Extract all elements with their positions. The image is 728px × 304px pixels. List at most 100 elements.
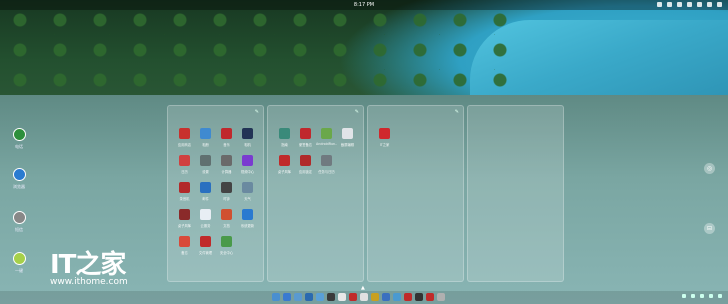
app-tile[interactable]: AndroidRun... bbox=[316, 128, 337, 155]
taskbar-app-icon[interactable] bbox=[404, 293, 412, 301]
app-tile[interactable]: 桌子风筝 bbox=[274, 155, 295, 182]
app-tile[interactable]: 时钟 bbox=[216, 182, 237, 209]
tray-icon[interactable] bbox=[677, 2, 682, 7]
files-icon bbox=[200, 236, 211, 247]
docs-icon bbox=[221, 209, 232, 220]
taskbar-app-icon[interactable] bbox=[382, 293, 390, 301]
taskbar-app-icon[interactable] bbox=[349, 293, 357, 301]
tray-icon[interactable] bbox=[697, 2, 702, 7]
settings-icon bbox=[200, 155, 211, 166]
app-label: 桌子风筝 bbox=[177, 224, 192, 228]
app-label: 设置 bbox=[202, 170, 209, 174]
message-icon bbox=[12, 211, 26, 224]
app-tile[interactable]: 任务与日历 bbox=[316, 155, 337, 182]
app-tile[interactable]: 文件管理 bbox=[195, 236, 216, 263]
edit-icon[interactable]: ✎ bbox=[455, 109, 459, 115]
tray-icon[interactable] bbox=[717, 2, 722, 7]
taskbar-app-icon[interactable] bbox=[338, 293, 346, 301]
edit-icon[interactable]: ✎ bbox=[255, 109, 259, 115]
taskbar-app-icon[interactable] bbox=[283, 293, 291, 301]
app-tile[interactable]: 视频中心 bbox=[237, 155, 258, 182]
tray-icon[interactable] bbox=[707, 2, 712, 7]
app-label: 云服务 bbox=[200, 224, 211, 228]
tray-icon[interactable] bbox=[709, 294, 713, 298]
tray-icon[interactable] bbox=[682, 294, 686, 298]
app-tile[interactable]: 录音机 bbox=[174, 182, 195, 209]
taskbar-app-icon[interactable] bbox=[316, 293, 324, 301]
taskbar-app-icon[interactable] bbox=[360, 293, 368, 301]
app-label: 任务与日历 bbox=[318, 170, 335, 174]
onekey-icon bbox=[12, 252, 26, 265]
app-tile[interactable]: 备忘 bbox=[174, 236, 195, 263]
dock-app-label: 短信 bbox=[15, 227, 23, 232]
app-tile[interactable]: 文档 bbox=[216, 209, 237, 236]
app-label: 备忘 bbox=[181, 251, 188, 255]
calendar-icon bbox=[179, 155, 190, 166]
edit-icon[interactable]: ✎ bbox=[355, 109, 359, 115]
app-tile[interactable]: 日历 bbox=[174, 155, 195, 182]
watermark-logo: IT之家 bbox=[50, 250, 126, 280]
minimize-icon[interactable]: ⊟ bbox=[704, 223, 715, 234]
launcher-page-4[interactable] bbox=[467, 105, 564, 282]
app-label: 音乐 bbox=[223, 143, 230, 147]
dock-app-label: 一键 bbox=[15, 268, 23, 273]
tray-icon[interactable] bbox=[667, 2, 672, 7]
taskbar-tray[interactable] bbox=[682, 294, 722, 298]
taskbar-app-icon[interactable] bbox=[327, 293, 335, 301]
dock-app-label: 浏览器 bbox=[13, 184, 25, 189]
app-tile[interactable]: 云服务 bbox=[195, 209, 216, 236]
app-tile[interactable]: 指南 bbox=[274, 128, 295, 155]
app-tile[interactable]: 相机 bbox=[237, 128, 258, 155]
dock-app-phone[interactable]: 电话 bbox=[10, 128, 28, 150]
app-tile[interactable]: 计算器 bbox=[216, 155, 237, 182]
taskbar-app-icon[interactable] bbox=[294, 293, 302, 301]
app-label: 日历 bbox=[181, 170, 188, 174]
app-tile[interactable]: IT之家 bbox=[374, 128, 395, 155]
app-label: 应用锁定 bbox=[298, 170, 313, 174]
tray-icon[interactable] bbox=[718, 294, 722, 298]
dock-app-label: 电话 bbox=[15, 144, 23, 149]
dock-app-browser[interactable]: 浏览器 bbox=[10, 168, 28, 190]
app-tile[interactable]: 音乐 bbox=[216, 128, 237, 155]
tray-icon[interactable] bbox=[687, 2, 692, 7]
app-tile[interactable]: 桌子风筝 bbox=[174, 209, 195, 236]
launcher-page-2[interactable]: ✎ 指南 便签备忘 AndroidRun... 截屏编辑桌子风筝 应用锁定 任务与日历 bbox=[267, 105, 364, 282]
target-icon[interactable]: ◎ bbox=[704, 163, 715, 174]
taskbar-apps bbox=[272, 293, 445, 301]
app-grid: 应用商店 相册 音乐 相机日历 设置 计算器 视频中心录音机 邮件 时钟 天气桌子风筝 云服务 文档 系… bbox=[174, 128, 258, 263]
tray-icon[interactable] bbox=[691, 294, 695, 298]
app-label: 相册 bbox=[202, 143, 209, 147]
taskbar-app-icon[interactable] bbox=[371, 293, 379, 301]
app-label: 录音机 bbox=[179, 197, 190, 201]
app-label: 指南 bbox=[281, 143, 288, 147]
app-tile[interactable]: 设置 bbox=[195, 155, 216, 182]
taskbar-app-icon[interactable] bbox=[437, 293, 445, 301]
app-tile[interactable]: 安全中心 bbox=[216, 236, 237, 263]
app-tile[interactable]: 邮件 bbox=[195, 182, 216, 209]
taskbar-app-icon[interactable] bbox=[393, 293, 401, 301]
launcher-page-3[interactable]: ✎ IT之家 bbox=[367, 105, 464, 282]
taskbar-app-icon[interactable] bbox=[272, 293, 280, 301]
app-grid: IT之家 bbox=[374, 128, 458, 155]
app-tile[interactable]: 天气 bbox=[237, 182, 258, 209]
launcher-page-1[interactable]: ✎ 应用商店 相册 音乐 相机 日历 设置 计算器 视频中心 录音机 邮件 时钟 天气 桌子风筝 云服务文… bbox=[167, 105, 264, 282]
app-tile[interactable]: 应用锁定 bbox=[295, 155, 316, 182]
app-tile[interactable]: 应用商店 bbox=[174, 128, 195, 155]
app-tile[interactable]: 便签备忘 bbox=[295, 128, 316, 155]
app-tile[interactable]: 系统更新 bbox=[237, 209, 258, 236]
security-icon bbox=[221, 236, 232, 247]
taskbar-app-icon[interactable] bbox=[305, 293, 313, 301]
kite2-icon bbox=[279, 155, 290, 166]
ithome-icon bbox=[379, 128, 390, 139]
status-tray[interactable] bbox=[657, 0, 722, 7]
taskbar-app-icon[interactable] bbox=[415, 293, 423, 301]
dock-app-message[interactable]: 短信 bbox=[10, 211, 28, 233]
memo-icon bbox=[300, 128, 311, 139]
app-label: 应用商店 bbox=[177, 143, 192, 147]
app-tile[interactable]: 截屏编辑 bbox=[337, 128, 358, 155]
tray-icon[interactable] bbox=[657, 2, 662, 7]
taskbar-app-icon[interactable] bbox=[426, 293, 434, 301]
dock-app-onekey[interactable]: 一键 bbox=[10, 252, 28, 274]
app-tile[interactable]: 相册 bbox=[195, 128, 216, 155]
tray-icon[interactable] bbox=[700, 294, 704, 298]
